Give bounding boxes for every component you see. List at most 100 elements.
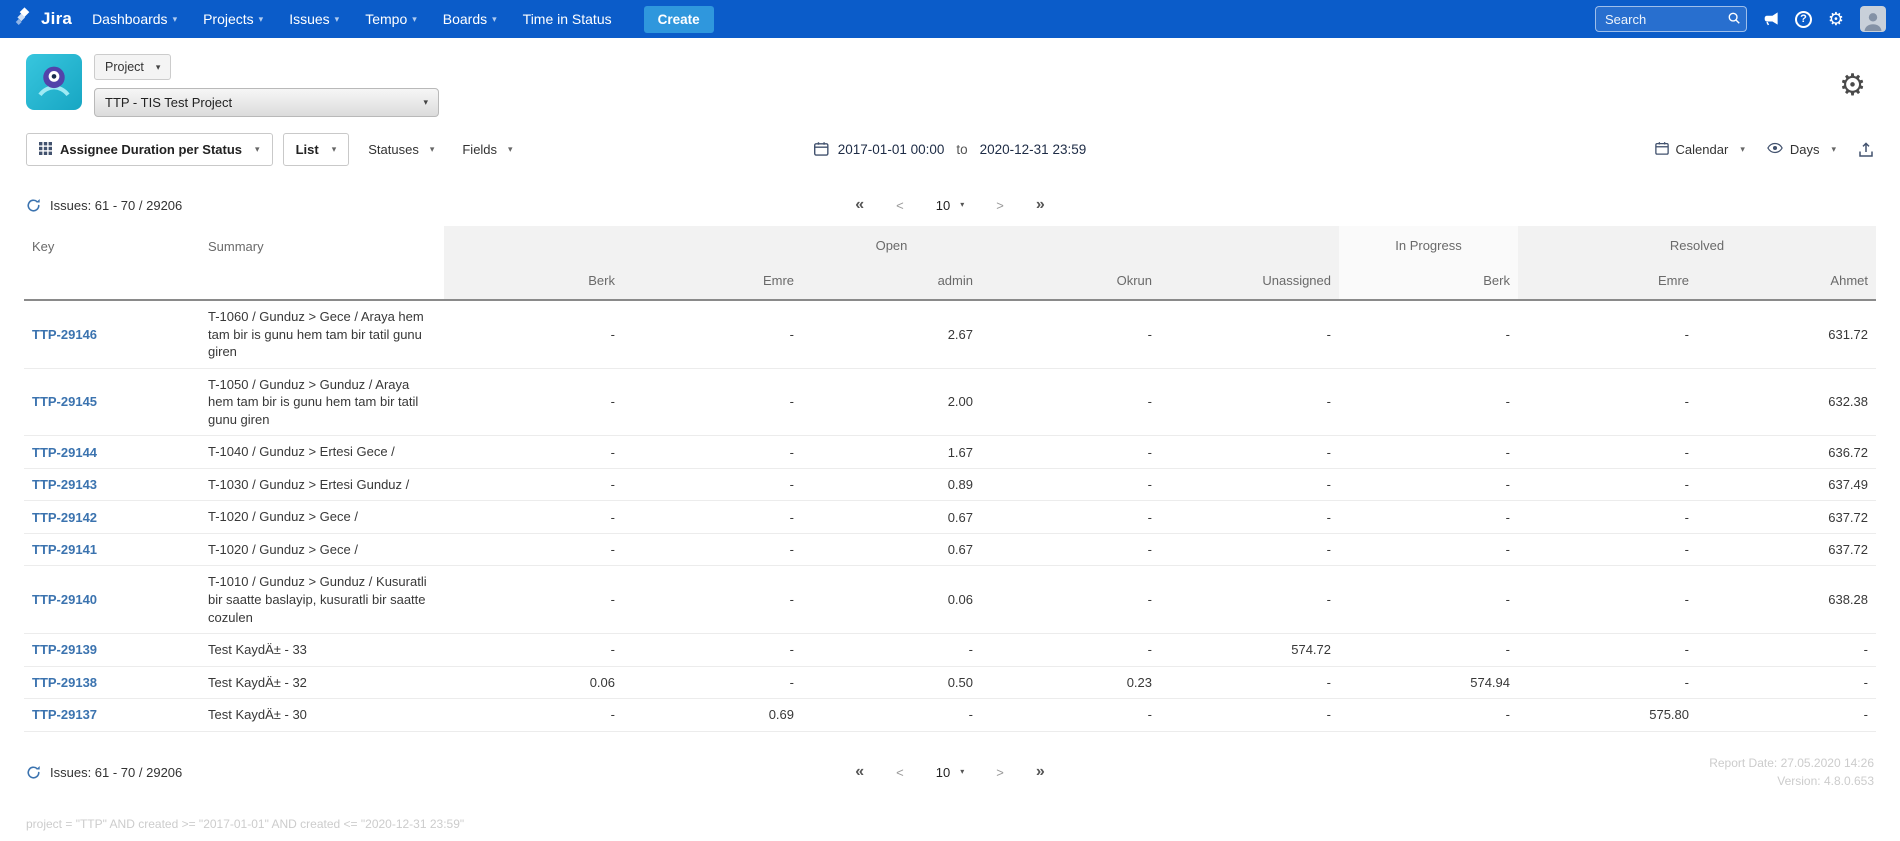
chevron-down-icon: ▾ bbox=[332, 145, 337, 154]
duration-cell: - bbox=[444, 566, 623, 634]
duration-cell: - bbox=[981, 368, 1160, 436]
issue-key-link[interactable]: TTP-29138 bbox=[32, 675, 97, 690]
duration-cell: - bbox=[981, 699, 1160, 732]
duration-cell: - bbox=[1160, 566, 1339, 634]
duration-cell: - bbox=[981, 300, 1160, 368]
pagination-prev-button[interactable]: < bbox=[896, 765, 904, 780]
page-size-select[interactable]: 10 ▾ bbox=[936, 765, 964, 780]
project-select[interactable]: TTP - TIS Test Project ▾ bbox=[94, 88, 439, 117]
duration-cell: 0.69 bbox=[623, 699, 802, 732]
assignee-column-header: Emre bbox=[623, 264, 802, 300]
issue-key-link[interactable]: TTP-29142 bbox=[32, 510, 97, 525]
duration-cell: - bbox=[1518, 666, 1697, 699]
gear-icon[interactable]: ⚙ bbox=[1826, 9, 1846, 29]
issue-key-link[interactable]: TTP-29139 bbox=[32, 642, 97, 657]
settings-gear-icon[interactable]: ⚙ bbox=[1839, 71, 1866, 101]
calendar-mode-dropdown[interactable]: Calendar ▾ bbox=[1655, 141, 1745, 158]
grid-icon bbox=[39, 142, 52, 158]
unit-dropdown[interactable]: Days ▾ bbox=[1767, 142, 1836, 157]
project-scope-button[interactable]: Project ▾ bbox=[94, 54, 171, 80]
duration-cell: - bbox=[1339, 533, 1518, 566]
nav-item-tempo[interactable]: Tempo▾ bbox=[365, 11, 417, 27]
issue-key-link[interactable]: TTP-29146 bbox=[32, 327, 97, 342]
duration-cell: - bbox=[802, 634, 981, 667]
chevron-down-icon: ▾ bbox=[492, 15, 497, 24]
page-size-select[interactable]: 10 ▾ bbox=[936, 198, 964, 213]
jira-logo[interactable]: Jira bbox=[14, 6, 72, 32]
duration-cell: - bbox=[623, 436, 802, 469]
chevron-down-icon: ▾ bbox=[960, 768, 964, 776]
search-icon[interactable] bbox=[1727, 11, 1741, 30]
issue-key-link[interactable]: TTP-29144 bbox=[32, 445, 97, 460]
issues-table-body: TTP-29146 T-1060 / Gunduz > Gece / Araya… bbox=[24, 300, 1876, 731]
pagination-first-button[interactable]: « bbox=[855, 763, 864, 781]
nav-item-dashboards[interactable]: Dashboards▾ bbox=[92, 11, 177, 27]
duration-cell: 0.50 bbox=[802, 666, 981, 699]
issue-key-link[interactable]: TTP-29140 bbox=[32, 592, 97, 607]
date-from: 2017-01-01 00:00 bbox=[838, 142, 945, 157]
duration-cell: - bbox=[1160, 666, 1339, 699]
avatar[interactable] bbox=[1860, 6, 1886, 32]
pagination-next-button[interactable]: > bbox=[996, 765, 1004, 780]
issue-key-link[interactable]: TTP-29145 bbox=[32, 394, 97, 409]
chevron-down-icon: ▾ bbox=[960, 201, 964, 209]
nav-item-projects[interactable]: Projects▾ bbox=[203, 11, 263, 27]
nav-item-time-in-status[interactable]: Time in Status bbox=[523, 11, 612, 27]
chevron-down-icon: ▾ bbox=[508, 145, 513, 154]
pagination-prev-button[interactable]: < bbox=[896, 198, 904, 213]
fields-dropdown[interactable]: Fields ▾ bbox=[453, 133, 521, 166]
duration-cell: - bbox=[1339, 699, 1518, 732]
date-separator: to bbox=[953, 142, 970, 157]
statuses-dropdown[interactable]: Statuses ▾ bbox=[359, 133, 443, 166]
megaphone-icon[interactable] bbox=[1761, 9, 1781, 29]
project-controls: Project ▾ TTP - TIS Test Project ▾ bbox=[94, 54, 439, 117]
duration-cell: - bbox=[1339, 634, 1518, 667]
export-icon[interactable] bbox=[1858, 142, 1874, 158]
column-header-key: Key bbox=[24, 226, 200, 300]
issues-pagination-bottom: Issues: 61 - 70 / 29206 « < 10 ▾ > » Rep… bbox=[0, 732, 1900, 801]
chevron-down-icon: ▾ bbox=[173, 15, 178, 24]
chevron-down-icon: ▾ bbox=[430, 145, 435, 154]
issue-key-link[interactable]: TTP-29143 bbox=[32, 477, 97, 492]
assignee-column-header: Berk bbox=[444, 264, 623, 300]
duration-cell: - bbox=[981, 436, 1160, 469]
duration-cell: - bbox=[981, 501, 1160, 534]
duration-cell: - bbox=[623, 634, 802, 667]
duration-cell: - bbox=[1160, 468, 1339, 501]
pagination-first-button[interactable]: « bbox=[855, 196, 864, 214]
duration-cell: 2.00 bbox=[802, 368, 981, 436]
nav-item-issues[interactable]: Issues▾ bbox=[289, 11, 339, 27]
refresh-icon[interactable] bbox=[26, 765, 41, 780]
duration-cell: 632.38 bbox=[1697, 368, 1876, 436]
duration-cell: - bbox=[444, 699, 623, 732]
view-type-button[interactable]: List ▾ bbox=[283, 133, 350, 166]
issue-summary: Test KaydÄ± - 33 bbox=[200, 634, 444, 667]
duration-cell: - bbox=[623, 666, 802, 699]
search-input[interactable] bbox=[1595, 6, 1747, 32]
duration-cell: - bbox=[1160, 368, 1339, 436]
issue-summary: T-1040 / Gunduz > Ertesi Gece / bbox=[200, 436, 444, 469]
pagination-last-button[interactable]: » bbox=[1036, 763, 1045, 781]
create-button[interactable]: Create bbox=[644, 6, 714, 33]
report-type-button[interactable]: Assignee Duration per Status ▾ bbox=[26, 133, 273, 166]
assignee-column-header: Ahmet bbox=[1697, 264, 1876, 300]
pagination-last-button[interactable]: » bbox=[1036, 196, 1045, 214]
issue-key-link[interactable]: TTP-29141 bbox=[32, 542, 97, 557]
search-box bbox=[1595, 6, 1747, 32]
nav-item-boards[interactable]: Boards▾ bbox=[443, 11, 497, 27]
issue-key-link[interactable]: TTP-29137 bbox=[32, 707, 97, 722]
duration-cell: - bbox=[444, 501, 623, 534]
duration-cell: - bbox=[1160, 300, 1339, 368]
issue-summary: T-1030 / Gunduz > Ertesi Gunduz / bbox=[200, 468, 444, 501]
duration-cell: - bbox=[1518, 566, 1697, 634]
duration-cell: - bbox=[1339, 368, 1518, 436]
project-header: Project ▾ TTP - TIS Test Project ▾ ⚙ bbox=[0, 38, 1900, 129]
duration-cell: - bbox=[1518, 468, 1697, 501]
jql-query-text: project = "TTP" AND created >= "2017-01-… bbox=[0, 801, 1900, 841]
refresh-icon[interactable] bbox=[26, 198, 41, 213]
date-range-filter[interactable]: 2017-01-01 00:00 to 2020-12-31 23:59 bbox=[814, 141, 1086, 159]
pagination-next-button[interactable]: > bbox=[996, 198, 1004, 213]
duration-cell: - bbox=[802, 699, 981, 732]
help-icon[interactable]: ? bbox=[1795, 11, 1812, 28]
calendar-icon bbox=[1655, 141, 1669, 158]
